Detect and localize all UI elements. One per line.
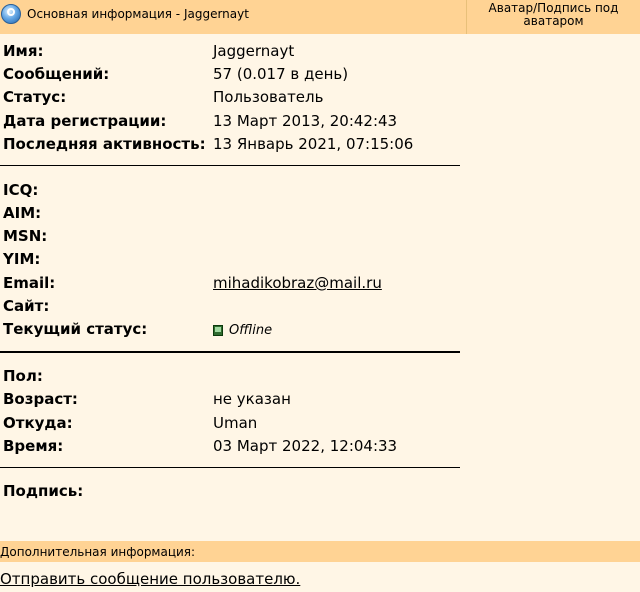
- offline-status-icon: [213, 325, 223, 336]
- separator: [0, 351, 460, 353]
- main-info-title: Основная информация - Jaggernayt: [27, 7, 249, 21]
- name-label: Имя:: [3, 42, 44, 60]
- separator: [0, 467, 460, 468]
- main-info-header: Основная информация - Jaggernayt: [0, 0, 467, 34]
- signature-label: Подпись:: [3, 482, 84, 500]
- personal-row-gender: Пол:: [3, 365, 463, 387]
- last-active-value: 13 Январь 2021, 07:15:06: [213, 135, 414, 153]
- contact-row-yim: YIM:: [3, 248, 463, 270]
- profile-info-icon: [1, 4, 21, 24]
- location-value: Uman: [213, 414, 258, 432]
- avatar-header-title: Аватар/Подпись под аватаром: [488, 1, 619, 28]
- current-status-value: Offline: [213, 318, 272, 342]
- profile-row-name: Имя: Jaggernayt: [3, 40, 463, 62]
- icq-label: ICQ:: [3, 181, 39, 199]
- profile-row-registered: Дата регистрации: 13 Март 2013, 20:42:43: [3, 110, 463, 132]
- location-label: Откуда:: [3, 414, 73, 432]
- time-value: 03 Март 2022, 12:04:33: [213, 437, 398, 455]
- additional-info-header: Дополнительная информация:: [0, 541, 640, 562]
- age-label: Возраст:: [3, 390, 78, 408]
- yim-label: YIM:: [3, 250, 41, 268]
- send-message-link[interactable]: Отправить сообщение пользователю.: [0, 570, 300, 588]
- contact-row-current-status: Текущий статус: Offline: [3, 318, 463, 340]
- current-status-label: Текущий статус:: [3, 320, 148, 338]
- additional-info-title: Дополнительная информация:: [0, 545, 196, 559]
- email-label: Email:: [3, 274, 56, 292]
- offline-status-text: Offline: [229, 323, 273, 338]
- posts-label: Сообщений:: [3, 65, 110, 83]
- age-value: не указан: [213, 390, 291, 408]
- posts-value: 57 (0.017 в день): [213, 65, 349, 83]
- status-label: Статус:: [3, 88, 67, 106]
- msn-label: MSN:: [3, 227, 48, 245]
- contact-row-icq: ICQ:: [3, 179, 463, 201]
- separator: [0, 165, 460, 166]
- profile-row-posts: Сообщений: 57 (0.017 в день): [3, 63, 463, 85]
- name-value: Jaggernayt: [213, 42, 295, 60]
- profile-header: Основная информация - Jaggernayt Аватар/…: [0, 0, 640, 34]
- contact-row-email: Email: mihadikobraz@mail.ru: [3, 272, 463, 294]
- aim-label: AIM:: [3, 204, 42, 222]
- time-label: Время:: [3, 437, 64, 455]
- contact-row-site: Сайт:: [3, 295, 463, 317]
- registered-value: 13 Март 2013, 20:42:43: [213, 112, 398, 130]
- personal-row-time: Время: 03 Март 2022, 12:04:33: [3, 435, 463, 457]
- status-value: Пользователь: [213, 88, 324, 106]
- site-label: Сайт:: [3, 297, 50, 315]
- personal-row-location: Откуда: Uman: [3, 412, 463, 434]
- personal-row-age: Возраст: не указан: [3, 388, 463, 410]
- gender-label: Пол:: [3, 367, 43, 385]
- contact-row-aim: AIM:: [3, 202, 463, 224]
- email-link[interactable]: mihadikobraz@mail.ru: [213, 274, 382, 292]
- contact-row-msn: MSN:: [3, 225, 463, 247]
- profile-row-status: Статус: Пользователь: [3, 86, 463, 108]
- profile-row-last-active: Последняя активность: 13 Январь 2021, 07…: [3, 133, 463, 155]
- signature-row: Подпись:: [3, 480, 463, 502]
- last-active-label: Последняя активность:: [3, 135, 206, 153]
- registered-label: Дата регистрации:: [3, 112, 167, 130]
